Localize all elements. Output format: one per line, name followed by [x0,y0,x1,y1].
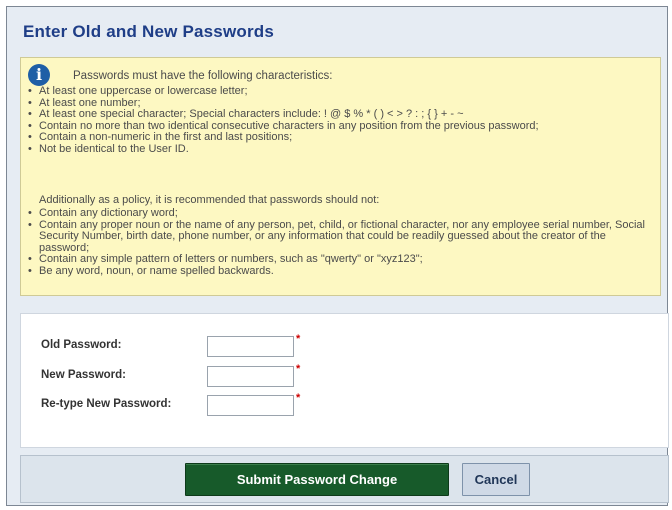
retype-password-row: Re-type New Password: * [41,392,321,416]
new-password-label: New Password: [41,369,126,381]
cancel-button[interactable]: Cancel [462,463,530,496]
list-item: • Not be identical to the User ID. [28,142,189,155]
password-form: Old Password: * New Password: * Re-type … [20,313,669,448]
new-password-input[interactable] [207,366,294,387]
retype-password-label: Re-type New Password: [41,398,172,410]
info-icon: i [28,64,50,86]
list-item: • Contain any proper noun or the name of … [28,218,645,254]
old-password-row: Old Password: * [41,333,321,357]
required-marker: * [296,363,301,375]
button-bar: Submit Password Change Cancel [20,455,669,503]
policy-intro: Additionally as a policy, it is recommen… [39,194,380,206]
requirements-intro: Passwords must have the following charac… [73,70,333,82]
required-marker: * [296,392,301,404]
password-requirements-panel: i Passwords must have the following char… [20,57,661,296]
retype-password-input[interactable] [207,395,294,416]
old-password-label: Old Password: [41,339,122,351]
required-marker: * [296,333,301,345]
requirements-list: • At least one uppercase or lowercase let… [28,85,656,156]
new-password-row: New Password: * [41,363,321,387]
submit-password-change-button[interactable]: Submit Password Change [185,463,449,496]
list-item: • Be any word, noun, or name spelled back… [28,264,274,277]
old-password-input[interactable] [207,336,294,357]
change-password-dialog: Enter Old and New Passwords i Passwords … [6,6,669,506]
recommendations-list: • Contain any dictionary word; • Contain a… [28,207,656,278]
dialog-title: Enter Old and New Passwords [23,22,275,41]
